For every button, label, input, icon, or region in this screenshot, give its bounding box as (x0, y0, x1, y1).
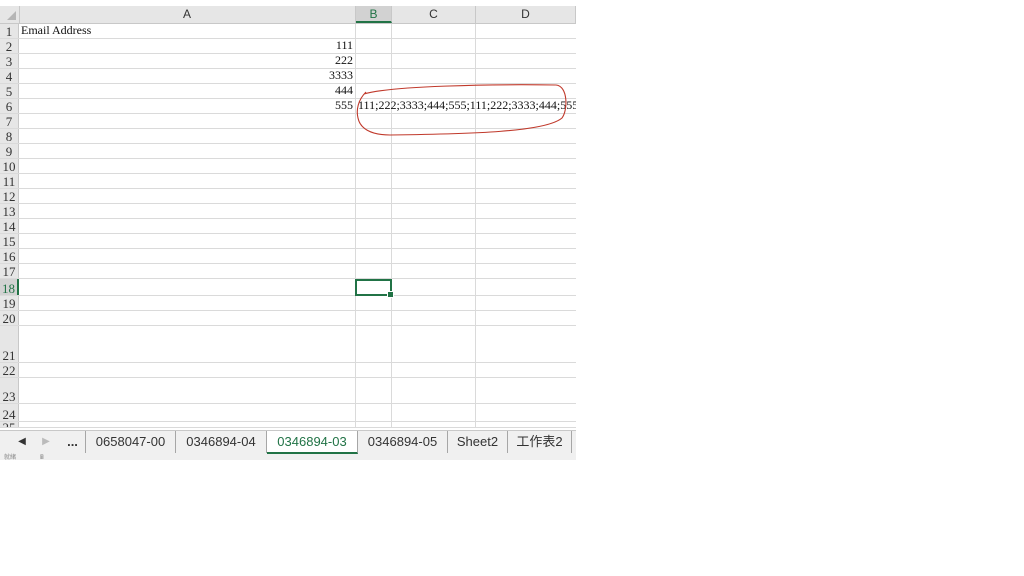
table-row: 17 (0, 264, 576, 279)
table-row: 16 (0, 249, 576, 264)
table-row: 24 (0, 404, 576, 422)
row-header-5[interactable]: 5 (0, 84, 19, 98)
column-header-bar: A B C D (0, 6, 576, 24)
triangle-right-icon: ▶ (42, 436, 50, 447)
row-header-4[interactable]: 4 (0, 69, 19, 83)
tab-0346894-04[interactable]: 0346894-04 (176, 431, 267, 453)
column-header-c[interactable]: C (392, 6, 476, 23)
table-row: 10 (0, 159, 576, 174)
row-header-14[interactable]: 14 (0, 219, 19, 233)
table-row: 18 (0, 279, 576, 296)
status-text: 就緒 (4, 455, 17, 460)
table-row: 5 444 (0, 84, 576, 99)
cell-a5[interactable]: 444 (19, 84, 355, 98)
triangle-left-icon: ◀ (18, 436, 26, 447)
column-header-d[interactable]: D (476, 6, 576, 23)
row-header-6[interactable]: 6 (0, 99, 19, 113)
table-row: 8 (0, 129, 576, 144)
row-header-21[interactable]: 21 (0, 326, 19, 362)
tab-0346894-03[interactable]: 0346894-03 (267, 431, 358, 454)
column-header-b[interactable]: B (356, 6, 392, 23)
status-bar: 就緒 🖩 (0, 454, 576, 460)
table-row: 20 (0, 311, 576, 326)
column-header-a[interactable]: A (19, 6, 356, 23)
tab-0346894-05[interactable]: 0346894-05 (358, 431, 448, 453)
row-header-10[interactable]: 10 (0, 159, 19, 173)
row-header-25[interactable]: 25 (0, 422, 19, 427)
table-row: 11 (0, 174, 576, 189)
table-row: 12 (0, 189, 576, 204)
row-header-12[interactable]: 12 (0, 189, 19, 203)
scroll-tabs-right-button[interactable]: ▶ (36, 431, 56, 453)
row-header-20[interactable]: 20 (0, 311, 19, 325)
row-header-15[interactable]: 15 (0, 234, 19, 248)
cell-a6[interactable]: 555 (19, 99, 355, 113)
cell-grid: 1 Email Address 2 111 3 222 4 3333 5 444… (0, 24, 576, 428)
table-row: 14 (0, 219, 576, 234)
table-row: 4 3333 (0, 69, 576, 84)
table-row: 9 (0, 144, 576, 159)
cell-a1[interactable]: Email Address (19, 24, 355, 38)
table-row: 7 (0, 114, 576, 129)
fill-handle[interactable] (387, 291, 394, 298)
row-header-13[interactable]: 13 (0, 204, 19, 218)
scroll-tabs-left-button[interactable]: ◀ (12, 431, 32, 453)
row-header-24[interactable]: 24 (0, 404, 19, 421)
cell-b6[interactable]: 111;222;3333;444;555;111;222;3333;444;55… (356, 99, 576, 113)
row-header-16[interactable]: 16 (0, 249, 19, 263)
table-row: 22 (0, 363, 576, 378)
tab-worksheet2[interactable]: 工作表2 (508, 431, 572, 453)
cell-a4[interactable]: 3333 (19, 69, 355, 83)
row-header-22[interactable]: 22 (0, 363, 19, 377)
table-row: 15 (0, 234, 576, 249)
row-header-11[interactable]: 11 (0, 174, 19, 188)
row-header-9[interactable]: 9 (0, 144, 19, 158)
row-header-23[interactable]: 23 (0, 378, 19, 403)
row-header-7[interactable]: 7 (0, 114, 19, 128)
row-header-1[interactable]: 1 (0, 24, 19, 38)
calculator-icon: 🖩 (40, 455, 44, 460)
row-header-18[interactable]: 18 (0, 279, 19, 295)
sheet-tab-bar: ◀ ▶ ... 0658047-00 0346894-04 0346894-03… (0, 430, 576, 455)
tab-0658047-00[interactable]: 0658047-00 (86, 431, 176, 453)
table-row: 19 (0, 296, 576, 311)
table-row: 2 111 (0, 39, 576, 54)
table-row: 23 (0, 378, 576, 404)
table-row: 6 555 111;222;3333;444;555;111;222;3333;… (0, 99, 576, 114)
row-header-2[interactable]: 2 (0, 39, 19, 53)
more-tabs-button[interactable]: ... (60, 431, 86, 453)
active-cell-selection[interactable] (355, 279, 394, 298)
table-row: 25 (0, 422, 576, 428)
row-header-3[interactable]: 3 (0, 54, 19, 68)
table-row: 13 (0, 204, 576, 219)
cell-a2[interactable]: 111 (19, 39, 355, 53)
table-row: 3 222 (0, 54, 576, 69)
row-header-19[interactable]: 19 (0, 296, 19, 310)
row-header-8[interactable]: 8 (0, 129, 19, 143)
tab-sheet2[interactable]: Sheet2 (448, 431, 508, 453)
spreadsheet: A B C D 1 Email Address 2 111 3 222 4 33… (0, 0, 576, 460)
table-row: 1 Email Address (0, 24, 576, 39)
select-all-corner[interactable] (0, 6, 20, 23)
cell-a3[interactable]: 222 (19, 54, 355, 68)
table-row: 21 (0, 326, 576, 363)
row-header-17[interactable]: 17 (0, 264, 19, 278)
